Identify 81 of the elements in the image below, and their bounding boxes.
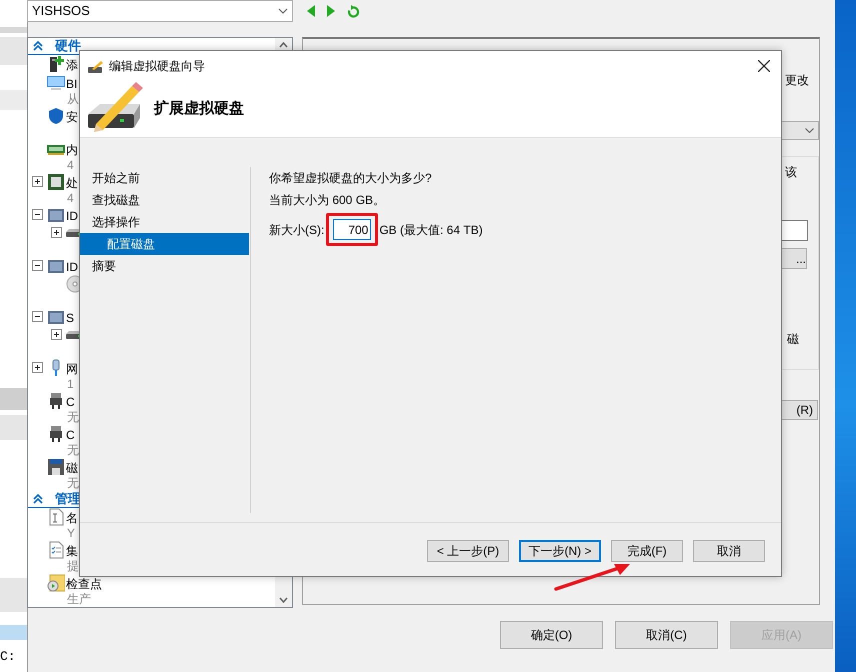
dialog-title: 编辑虚拟硬盘向导 (109, 58, 205, 75)
dropdown[interactable] (780, 121, 819, 140)
wizard-step[interactable]: 查找磁盘 (80, 189, 250, 211)
drive-label: C: (0, 648, 16, 666)
shield-icon (47, 107, 65, 125)
wizard-button[interactable]: 下一步(N) > (519, 540, 601, 562)
wizard-step[interactable]: 摘要 (80, 255, 250, 277)
dialog-button[interactable]: 确定(O) (500, 621, 603, 649)
device-detail: Y (66, 526, 76, 540)
device-name[interactable]: BI (66, 76, 79, 92)
remove-button[interactable]: (R) (780, 400, 818, 420)
expand-icon[interactable] (32, 362, 43, 373)
expand-icon[interactable] (51, 227, 62, 238)
device-detail: 无 (66, 410, 79, 424)
device-name[interactable]: 集 (66, 543, 79, 559)
host-dropdown[interactable]: YISHSOS (27, 0, 293, 22)
collapse-icon[interactable] (32, 311, 43, 322)
expand-icon[interactable] (51, 329, 62, 340)
controller-icon (47, 206, 65, 224)
device-name[interactable]: 磁 (66, 460, 79, 476)
collapse-icon[interactable] (32, 209, 43, 220)
label-text: 更改 (785, 72, 809, 89)
wizard-step[interactable]: 开始之前 (80, 167, 250, 189)
dialog-button[interactable]: 取消(C) (615, 621, 718, 649)
wizard-step[interactable]: 配置磁盘 (80, 233, 249, 255)
device-detail: 从 (66, 92, 79, 106)
device-name[interactable]: C (66, 427, 79, 443)
device-detail: 4 (66, 191, 75, 205)
device-name[interactable]: 检查点 (66, 576, 102, 592)
wizard-button[interactable]: 完成(F) (611, 540, 683, 562)
scroll-up-icon[interactable] (279, 42, 288, 48)
device-name[interactable]: 处 (66, 175, 78, 191)
device-detail: 4 (66, 158, 75, 172)
size-hint: GB (最大值: 64 TB) (379, 222, 483, 238)
device-name[interactable]: 网 (66, 361, 78, 377)
refresh-icon[interactable] (347, 4, 360, 18)
monitor-icon (47, 74, 65, 92)
device-name[interactable]: 内 (66, 142, 78, 158)
expand-icon[interactable] (32, 176, 43, 187)
new-size-label: 新大小(S): (269, 222, 324, 238)
device-detail: 无 (66, 476, 79, 490)
document-icon (47, 508, 65, 526)
floppy-icon (47, 458, 65, 476)
device-name[interactable]: 安 (66, 109, 78, 125)
drive-pencil-icon (88, 60, 103, 72)
device-detail: 提 (66, 559, 79, 573)
label-text: 磁 (787, 331, 799, 348)
port-icon (47, 425, 65, 443)
device-name[interactable]: ID (66, 208, 78, 224)
text-field[interactable] (781, 220, 808, 241)
device-name[interactable]: 添 (66, 57, 78, 73)
device-name[interactable]: S (66, 310, 74, 326)
size-input[interactable]: 700 (333, 219, 372, 240)
wizard-button[interactable]: 取消 (693, 540, 765, 562)
wizard-heading: 扩展虚拟硬盘 (154, 100, 244, 118)
device-name[interactable]: ID (66, 259, 78, 275)
current-size-text: 当前大小为 600 GB。 (269, 192, 386, 209)
wizard-step[interactable]: 选择操作 (80, 211, 250, 233)
device-detail: 生产 (66, 592, 92, 606)
checklist-icon (47, 541, 65, 559)
collapse-icon[interactable] (32, 260, 43, 271)
device-detail: 无 (66, 443, 79, 457)
section-heading[interactable]: 硬件 (55, 38, 81, 56)
device-name[interactable]: 名 (66, 510, 78, 526)
scroll-down-icon[interactable] (279, 597, 288, 603)
chevron-icon (805, 128, 814, 133)
chevron-icon (278, 8, 288, 14)
controller-icon (47, 308, 65, 326)
controller-icon (47, 257, 65, 275)
port-icon (47, 392, 65, 410)
label-text: 该 (785, 164, 797, 181)
chip-icon (47, 173, 65, 191)
back-icon[interactable] (307, 5, 315, 17)
device-name[interactable]: C (66, 394, 79, 410)
question-text: 你希望虚拟硬盘的大小为多少? (269, 170, 433, 187)
browse-button[interactable]: ... (781, 248, 807, 269)
wizard-button[interactable]: < 上一步(P) (427, 540, 509, 562)
device-detail: 1 (66, 377, 75, 391)
computer-plus-icon (47, 55, 65, 73)
close-icon (758, 60, 770, 72)
forward-icon[interactable] (327, 5, 335, 17)
